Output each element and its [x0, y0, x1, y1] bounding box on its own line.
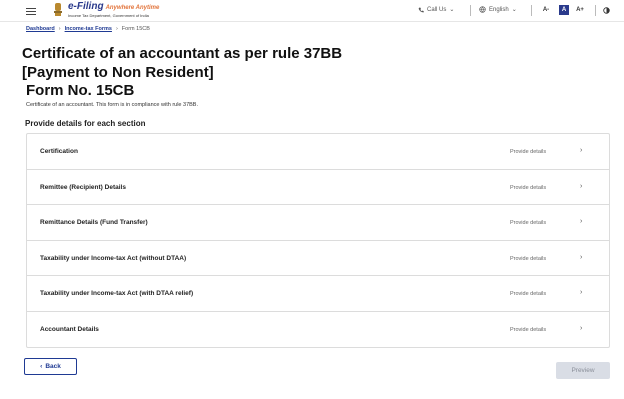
preview-button[interactable]: Preview — [556, 362, 610, 379]
brand-subtitle: Income Tax Department, Government of Ind… — [68, 13, 149, 18]
section-row-remittance-details[interactable]: Remittance Details (Fund Transfer) Provi… — [27, 205, 609, 241]
chevron-right-icon[interactable]: › — [580, 325, 582, 332]
breadcrumb-current: Form 15CB — [121, 26, 150, 32]
sections-list: Certification Provide details › Remittee… — [26, 133, 610, 348]
section-row-taxability-with-dtaa[interactable]: Taxability under Income-tax Act (with DT… — [27, 276, 609, 312]
contrast-icon[interactable] — [603, 7, 610, 14]
chevron-right-icon: › — [58, 26, 61, 32]
chevron-right-icon[interactable]: › — [580, 218, 582, 225]
globe-icon — [479, 6, 486, 13]
font-decrease-button[interactable]: A- — [541, 5, 551, 15]
back-button-label: Back — [45, 363, 61, 370]
hamburger-menu-icon[interactable] — [26, 8, 36, 16]
section-heading: Provide details for each section — [25, 119, 146, 128]
section-row-certification[interactable]: Certification Provide details › — [27, 134, 609, 170]
section-label: Certification — [40, 148, 78, 155]
provide-details-link[interactable]: Provide details — [510, 149, 546, 155]
phone-icon — [418, 7, 424, 12]
provide-details-link[interactable]: Provide details — [510, 256, 546, 262]
header-divider — [470, 5, 471, 16]
chevron-right-icon[interactable]: › — [580, 147, 582, 154]
call-us-dropdown[interactable]: Call Us ⌄ — [418, 6, 454, 13]
section-label: Taxability under Income-tax Act (without… — [40, 254, 187, 262]
form-description: Certificate of an accountant. This form … — [26, 102, 199, 108]
chevron-right-icon[interactable]: › — [580, 183, 582, 190]
section-row-remittee-details[interactable]: Remittee (Recipient) Details Provide det… — [27, 170, 609, 205]
font-normal-button[interactable]: A — [559, 5, 569, 15]
section-label: Remittance Details (Fund Transfer) — [40, 219, 148, 226]
chevron-down-icon: ⌄ — [511, 7, 517, 13]
breadcrumb-dashboard[interactable]: Dashboard — [26, 26, 55, 32]
section-row-taxability-without-dtaa[interactable]: Taxability under Income-tax Act (without… — [27, 241, 609, 276]
section-row-accountant-details[interactable]: Accountant Details Provide details › — [27, 312, 609, 348]
header-divider — [595, 5, 596, 16]
back-button[interactable]: ‹ Back — [24, 358, 77, 375]
call-us-label: Call Us — [427, 6, 447, 13]
provide-details-link[interactable]: Provide details — [510, 220, 546, 226]
national-emblem-icon — [54, 3, 62, 16]
provide-details-link[interactable]: Provide details — [510, 327, 546, 333]
language-label: English — [489, 6, 509, 13]
page-title: Certificate of an accountant as per rule… — [22, 44, 342, 82]
chevron-right-icon[interactable]: › — [580, 254, 582, 261]
brand-tagline: Anywhere Anytime — [105, 5, 160, 11]
provide-details-link[interactable]: Provide details — [510, 291, 546, 297]
language-dropdown[interactable]: English ⌄ — [479, 6, 517, 13]
chevron-down-icon: ⌄ — [449, 7, 455, 13]
chevron-right-icon: › — [115, 26, 118, 32]
page-title-line2: [Payment to Non Resident] — [22, 64, 214, 81]
provide-details-link[interactable]: Provide details — [510, 185, 546, 191]
form-number: Form No. 15CB — [26, 82, 135, 99]
breadcrumb: Dashboard › Income-tax Forms › Form 15CB — [26, 26, 150, 32]
breadcrumb-income-tax-forms[interactable]: Income-tax Forms — [65, 26, 112, 32]
brand-main-text: e-Filing — [68, 1, 104, 12]
page-title-line1: Certificate of an accountant as per rule… — [22, 45, 343, 62]
chevron-left-icon: ‹ — [40, 363, 43, 370]
chevron-right-icon[interactable]: › — [580, 289, 582, 296]
top-header: e-Filing Anywhere Anytime Income Tax Depa… — [0, 0, 624, 22]
section-label: Accountant Details — [40, 325, 99, 333]
header-divider — [531, 5, 532, 16]
section-label: Taxability under Income-tax Act (with DT… — [40, 290, 194, 297]
font-increase-button[interactable]: A+ — [575, 5, 585, 15]
efiling-logo[interactable]: e-Filing Anywhere Anytime Income Tax Depa… — [68, 2, 159, 19]
section-label: Remittee (Recipient) Details — [40, 183, 126, 191]
